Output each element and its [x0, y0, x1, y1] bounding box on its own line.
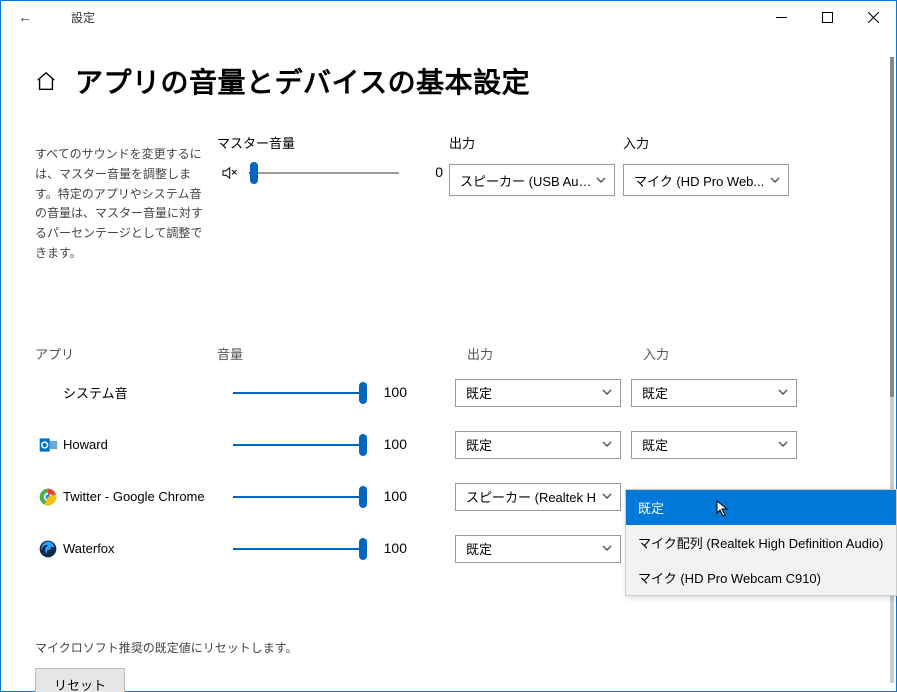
app-volume-value: 100 — [377, 384, 407, 400]
app-input-cell: 既定 — [631, 379, 807, 407]
chevron-down-icon — [602, 489, 612, 504]
output-device-select[interactable]: スピーカー (USB Audi... — [449, 164, 615, 196]
chrome-icon — [35, 484, 61, 510]
app-output-cell: スピーカー (Realtek H — [455, 483, 631, 511]
master-volume-row: 0 — [217, 164, 399, 182]
app-row: システム音 100 既定 既定 — [35, 367, 862, 419]
master-row: すべてのサウンドを変更するには、マスター音量を調整します。特定のアプリやシステム… — [35, 133, 862, 264]
chevron-down-icon — [602, 541, 612, 556]
app-volume-slider[interactable]: 100 — [233, 496, 363, 498]
description-text: すべてのサウンドを変更するには、マスター音量を調整します。特定のアプリやシステム… — [35, 133, 211, 264]
close-button[interactable] — [850, 1, 896, 33]
back-button[interactable]: ← — [9, 9, 41, 25]
app-name: Waterfox — [63, 541, 225, 556]
app-output-value: スピーカー (Realtek H — [466, 487, 598, 506]
content: すべてのサウンドを変更するには、マスター音量を調整します。特定のアプリやシステム… — [1, 113, 896, 692]
apps-header: アプリ 音量 出力 入力 — [35, 344, 862, 363]
dropdown-item[interactable]: マイク配列 (Realtek High Definition Audio) — [626, 525, 896, 560]
reset-button[interactable]: リセット — [35, 668, 125, 692]
app-volume-value: 100 — [377, 540, 407, 556]
volume-mute-icon[interactable] — [217, 164, 241, 182]
input-device-select[interactable]: マイク (HD Pro Web... — [623, 164, 789, 196]
app-volume-slider[interactable]: 100 — [233, 444, 363, 446]
app-name: Twitter - Google Chrome — [63, 489, 225, 504]
app-volume-value: 100 — [377, 436, 407, 452]
output-device-value: スピーカー (USB Audi... — [460, 171, 592, 190]
app-output-cell: 既定 — [455, 431, 631, 459]
app-output-select[interactable]: 既定 — [455, 431, 621, 459]
app-output-value: 既定 — [466, 383, 598, 402]
apps-header-volume: 音量 — [217, 344, 449, 363]
app-input-select[interactable]: 既定 — [631, 431, 797, 459]
master-volume-slider[interactable]: 0 — [249, 172, 399, 174]
app-name: Howard — [63, 437, 225, 452]
maximize-button[interactable] — [804, 1, 850, 33]
master-volume-column: マスター音量 0 — [217, 133, 399, 182]
app-volume-slider[interactable]: 100 — [233, 392, 363, 394]
app-input-value: 既定 — [642, 435, 774, 454]
app-row: Howard 100 既定 既定 — [35, 419, 862, 471]
app-volume-slider[interactable]: 100 — [233, 548, 363, 550]
app-volume-cell: 100 — [225, 488, 455, 506]
app-volume-value: 100 — [377, 488, 407, 504]
reset-note: マイクロソフト推奨の既定値にリセットします。 — [35, 639, 862, 656]
output-column: 出力 スピーカー (USB Audi... — [449, 133, 617, 196]
window-title: 設定 — [71, 9, 95, 26]
app-output-select[interactable]: スピーカー (Realtek H — [455, 483, 621, 511]
page-title: アプリの音量とデバイスの基本設定 — [75, 61, 530, 101]
app-volume-cell: 100 — [225, 540, 455, 558]
home-icon[interactable] — [35, 70, 57, 92]
app-name: システム音 — [63, 383, 225, 402]
app-volume-cell: 100 — [225, 436, 455, 454]
minimize-button[interactable] — [758, 1, 804, 33]
window-controls — [758, 1, 896, 33]
output-label: 出力 — [449, 133, 617, 152]
master-volume-label: マスター音量 — [217, 133, 399, 152]
chevron-down-icon — [778, 437, 788, 452]
input-column: 入力 マイク (HD Pro Web... — [623, 133, 791, 196]
input-device-value: マイク (HD Pro Web... — [634, 171, 766, 190]
app-input-select[interactable]: 既定 — [631, 379, 797, 407]
app-input-value: 既定 — [642, 383, 774, 402]
app-input-cell: 既定 — [631, 431, 807, 459]
chevron-down-icon — [596, 173, 606, 188]
chevron-down-icon — [778, 385, 788, 400]
app-output-value: 既定 — [466, 435, 598, 454]
master-volume-value: 0 — [413, 164, 443, 180]
input-dropdown-open[interactable]: 既定マイク配列 (Realtek High Definition Audio)マ… — [625, 489, 897, 596]
chevron-down-icon — [770, 173, 780, 188]
footer: マイクロソフト推奨の既定値にリセットします。 リセット — [35, 639, 862, 692]
app-output-cell: 既定 — [455, 379, 631, 407]
titlebar: ← 設定 — [1, 1, 896, 33]
dropdown-item[interactable]: マイク (HD Pro Webcam C910) — [626, 560, 896, 595]
dropdown-item[interactable]: 既定 — [626, 490, 896, 525]
apps-header-output: 出力 — [467, 344, 643, 363]
app-output-cell: 既定 — [455, 535, 631, 563]
apps-header-app: アプリ — [35, 344, 235, 363]
waterfox-icon — [35, 536, 61, 562]
header: アプリの音量とデバイスの基本設定 — [1, 33, 896, 113]
app-output-value: 既定 — [466, 539, 598, 558]
app-volume-cell: 100 — [225, 384, 455, 402]
chevron-down-icon — [602, 385, 612, 400]
app-output-select[interactable]: 既定 — [455, 379, 621, 407]
outlook-icon — [35, 432, 61, 458]
apps-header-input: 入力 — [643, 344, 811, 363]
input-label: 入力 — [623, 133, 791, 152]
app-row: Twitter - Google Chrome 100 スピーカー (Realtek… — [35, 471, 862, 523]
chevron-down-icon — [602, 437, 612, 452]
app-output-select[interactable]: 既定 — [455, 535, 621, 563]
